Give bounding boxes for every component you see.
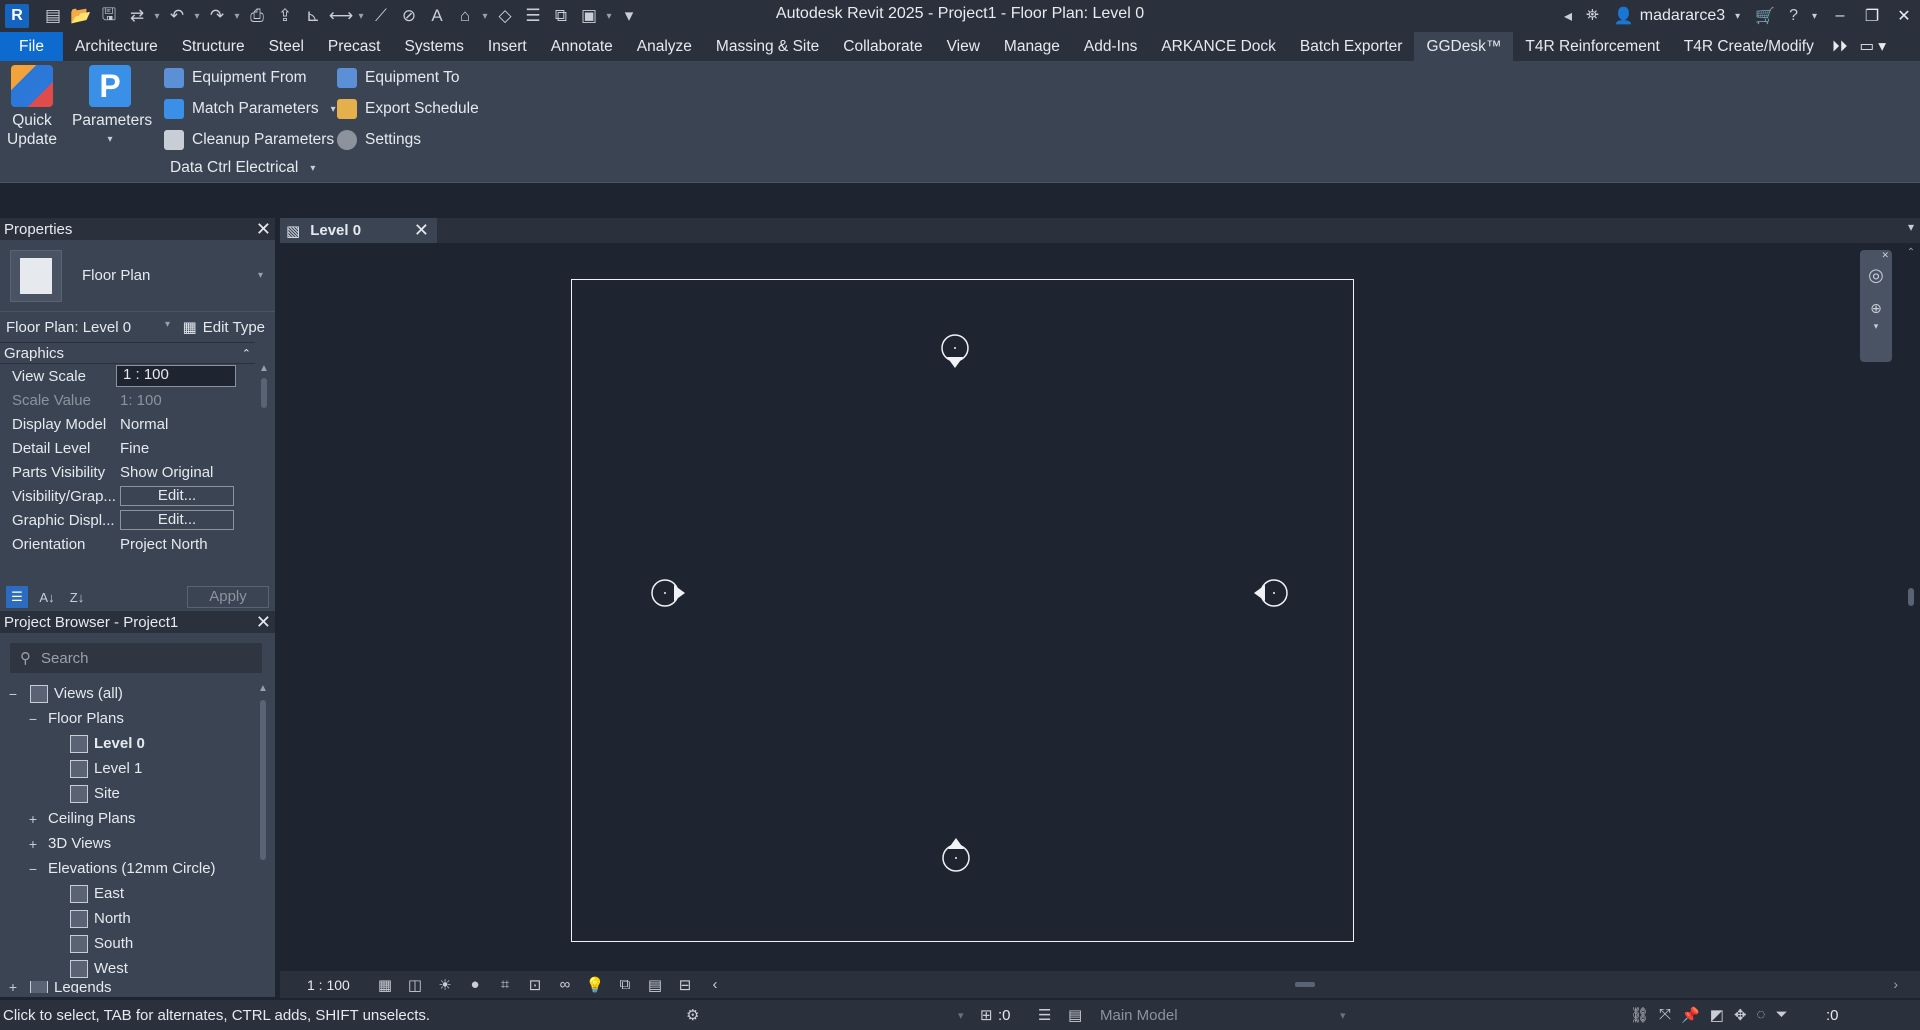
select-underlay-icon[interactable]: ⤧ [1659, 1006, 1671, 1024]
crop-view-icon[interactable]: ⌗ [490, 976, 520, 993]
elevation-markers-layer [651, 334, 1288, 872]
worksets-icon[interactable]: ⊞ [980, 1006, 993, 1024]
analytical-model-icon[interactable]: ▤ [640, 976, 670, 994]
canvas-vertical-scrollbar[interactable]: ⌃ [1902, 243, 1920, 971]
detail-level-icon[interactable]: ▦ [370, 976, 400, 994]
show-crop-region-icon[interactable]: ⊡ [520, 976, 550, 994]
select-links-icon[interactable]: ⛓ [1630, 1006, 1649, 1024]
navigation-bar: ✕ ◎ ⊕ ▾ [1860, 250, 1892, 362]
active-model-select[interactable]: Main Model [1100, 1007, 1178, 1024]
scroll-up-icon[interactable]: ⌃ [1902, 247, 1920, 258]
selection-controls: ⛓ ⤧ 📌 ◩ ✥ ◌ ⏷ [1630, 1006, 1787, 1024]
view-scale-button[interactable]: 1 : 100 [280, 977, 370, 993]
scroll-thumb[interactable] [1295, 982, 1315, 987]
steering-wheel-icon[interactable]: ◎ [1860, 265, 1892, 286]
zoom-icon[interactable]: ⊕ [1860, 300, 1892, 317]
temporary-view-properties-icon[interactable]: ⧉ [610, 976, 640, 993]
scroll-right-icon[interactable]: › [1893, 976, 1898, 992]
status-hint: Click to select, TAB for alternates, CTR… [3, 1006, 431, 1024]
editable-only-icon[interactable]: ☰ [1038, 1006, 1051, 1024]
chevron-down-icon[interactable]: ▾ [1860, 321, 1892, 332]
sun-path-icon[interactable]: ☀ [430, 976, 460, 994]
chevron-down-icon: ▾ [1340, 1009, 1346, 1022]
filter-count: :0 [1826, 1006, 1839, 1024]
worksets-count: :0 [998, 1006, 1011, 1024]
drag-elements-icon[interactable]: ✥ [1734, 1006, 1747, 1024]
status-bar: Click to select, TAB for alternates, CTR… [0, 1000, 1920, 1030]
worksharing-icon[interactable]: ⚙ [686, 1006, 699, 1024]
scroll-thumb[interactable] [1908, 588, 1914, 606]
canvas-horizontal-scrollbar[interactable]: › [730, 971, 1920, 998]
elevation-marker-east[interactable] [1254, 579, 1288, 607]
shadows-icon[interactable]: ● [460, 976, 490, 993]
temporary-hide-icon[interactable]: ∞ [550, 976, 580, 993]
highlight-displacement-icon[interactable]: ⊟ [670, 976, 700, 994]
reveal-hidden-icon[interactable]: 💡 [580, 976, 610, 994]
chevron-down-icon: ▾ [958, 1009, 964, 1022]
elevation-marker-south[interactable] [942, 838, 970, 872]
elevation-marker-west[interactable] [651, 579, 685, 607]
filter-icon[interactable]: ⏷ [1775, 1006, 1787, 1024]
view-control-bar: 1 : 100 ▦ ◫ ☀ ● ⌗ ⊡ ∞ 💡 ⧉ ▤ ⊟ ‹ › [280, 971, 1920, 998]
design-options-icon[interactable]: ▤ [1068, 1006, 1082, 1024]
visual-style-icon[interactable]: ◫ [400, 976, 430, 994]
close-icon[interactable]: ✕ [1860, 250, 1892, 261]
select-pinned-icon[interactable]: 📌 [1681, 1006, 1700, 1024]
scroll-left-icon[interactable]: ‹ [700, 976, 730, 993]
background-process-icon[interactable]: ◌ [1757, 1006, 1766, 1024]
select-by-face-icon[interactable]: ◩ [1710, 1006, 1724, 1024]
elevation-marker-north[interactable] [941, 334, 969, 368]
